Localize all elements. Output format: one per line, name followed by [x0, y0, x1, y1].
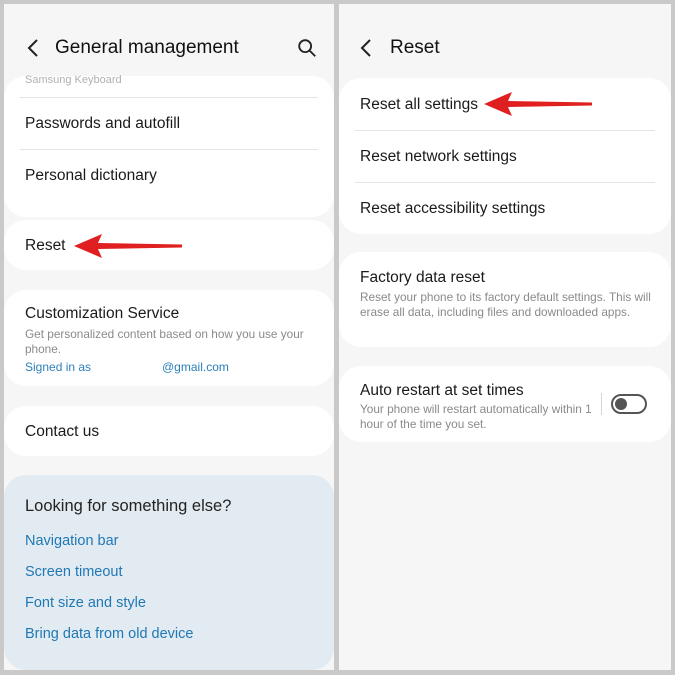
factory-data-reset-description: Reset your phone to its factory default …	[360, 290, 651, 319]
customization-service-title: Customization Service	[25, 305, 180, 322]
divider	[355, 182, 655, 183]
page-title: Reset	[390, 37, 440, 58]
auto-restart-toggle[interactable]	[611, 394, 647, 414]
page-title: General management	[55, 37, 239, 58]
settings-group-1: Samsung Keyboard Passwords and autofill …	[4, 74, 334, 217]
customization-service-card[interactable]: Customization Service Get personalized c…	[4, 290, 334, 386]
toggle-knob	[615, 398, 627, 410]
reset-options-card: Reset all settings Reset network setting…	[339, 78, 671, 234]
suggestions-card: Looking for something else? Navigation b…	[4, 475, 334, 670]
suggestion-link-bring-data[interactable]: Bring data from old device	[25, 626, 193, 642]
customization-service-description: Get personalized content based on how yo…	[25, 327, 304, 356]
factory-data-reset-title: Factory data reset	[360, 269, 485, 286]
divider	[20, 149, 318, 150]
app-bar: General management	[4, 24, 334, 72]
auto-restart-title: Auto restart at set times	[360, 382, 524, 399]
signed-in-email: @gmail.com	[162, 360, 229, 374]
search-icon[interactable]	[296, 37, 318, 59]
list-item-contact-us[interactable]: Contact us	[25, 423, 318, 441]
list-item-reset-accessibility-settings[interactable]: Reset accessibility settings	[360, 200, 655, 218]
factory-reset-card[interactable]: Factory data reset Reset your phone to i…	[339, 252, 671, 347]
suggestion-link-screen-timeout[interactable]: Screen timeout	[25, 564, 123, 580]
auto-restart-description: Your phone will restart automatically wi…	[360, 402, 592, 431]
reset-card[interactable]: Reset	[4, 220, 334, 270]
signed-in-label: Signed in as	[25, 360, 92, 374]
list-item-passwords-autofill[interactable]: Passwords and autofill	[25, 115, 318, 133]
toggle-divider	[601, 393, 602, 415]
back-arrow-icon[interactable]	[355, 36, 379, 60]
contact-card[interactable]: Contact us	[4, 406, 334, 456]
suggestions-title: Looking for something else?	[25, 497, 232, 515]
divider	[20, 97, 318, 98]
reset-screen: Reset Reset all settings Reset network s…	[339, 4, 671, 670]
red-arrow-annotation-icon	[484, 92, 592, 116]
suggestion-link-navigation-bar[interactable]: Navigation bar	[25, 533, 119, 549]
app-bar: Reset	[339, 24, 671, 72]
list-item-personal-dictionary[interactable]: Personal dictionary	[25, 167, 318, 185]
red-arrow-annotation-icon	[74, 234, 182, 258]
list-item-reset-network-settings[interactable]: Reset network settings	[360, 148, 655, 166]
list-item-samsung-keyboard[interactable]: Samsung Keyboard	[25, 74, 122, 86]
back-arrow-icon[interactable]	[22, 36, 46, 60]
divider	[355, 130, 655, 131]
auto-restart-card[interactable]: Auto restart at set times Your phone wil…	[339, 366, 671, 442]
suggestion-link-font-size[interactable]: Font size and style	[25, 595, 146, 611]
general-management-screen: General management Samsung Keyboard Pass…	[4, 4, 334, 670]
